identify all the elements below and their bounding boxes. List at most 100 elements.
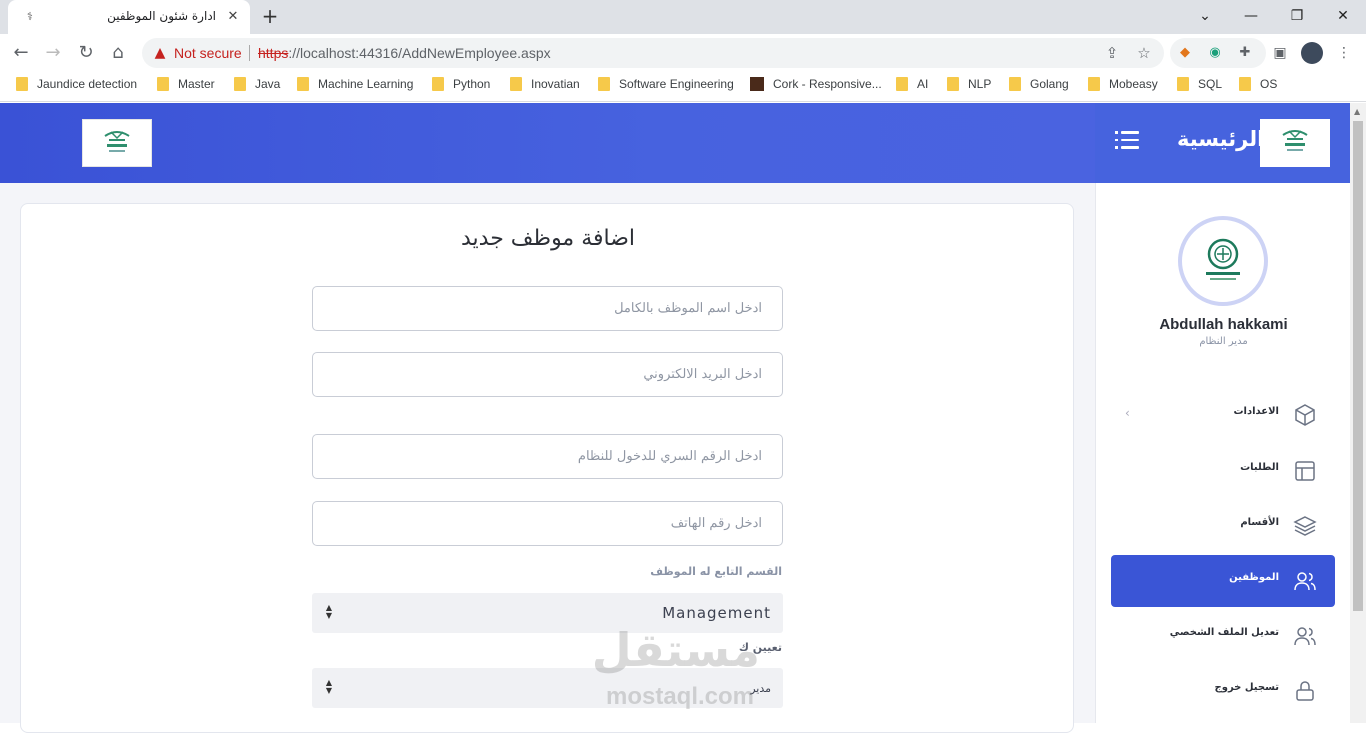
bookmark-ml[interactable]: Machine Learning [297,77,413,97]
chevron-left-icon: ‹ [1125,406,1130,420]
ministry-logo [82,119,152,167]
star-icon[interactable]: ☆ [1134,43,1154,63]
folder-icon [157,77,169,91]
share-icon[interactable]: ⇪ [1102,43,1122,63]
sidebar-item-label: تسجيل خروج [1214,682,1279,693]
puzzle-icon[interactable]: ✚ [1236,44,1254,62]
restore-button[interactable]: ❐ [1282,4,1312,28]
sidebar-item-requests[interactable]: الطلبات [1111,445,1335,497]
more-menu-icon[interactable]: ⋮ [1334,43,1354,63]
folder-icon [16,77,28,91]
minimize-button[interactable]: — [1236,4,1266,28]
full-name-input[interactable] [313,287,782,330]
avatar[interactable] [1301,42,1323,64]
sidebar-header: الرئيسية [1095,103,1350,183]
bookmark-master[interactable]: Master [157,77,215,97]
user-name: Abdullah hakkami [1159,316,1288,333]
password-input[interactable] [313,435,782,478]
watermark-arabic: مستقل [591,623,760,677]
hospital-favicon-icon: ⚕ [27,10,33,23]
sidebar: Abdullah hakkami مدير النظام ‹ الاعدادات… [1095,183,1350,723]
avatar [1178,216,1268,306]
user-role: مدير النظام [1199,336,1248,347]
url-path: ://localhost:44316/AddNewEmployee.aspx [288,45,551,61]
sidebar-item-edit-profile[interactable]: تعديل الملف الشخصي [1111,610,1335,662]
folder-icon [1088,77,1100,91]
sidebar-item-settings[interactable]: ‹ الاعدادات [1111,389,1335,441]
home-title[interactable]: الرئيسية [1177,127,1264,151]
sidebar-item-employees[interactable]: الموظفين [1111,555,1335,607]
bookmark-python[interactable]: Python [432,77,490,97]
folder-icon [896,77,908,91]
bookmark-jaundice[interactable]: Jaundice detection [16,77,137,97]
page-title: اضافة موظف جديد [460,226,636,251]
password-field[interactable] [312,434,783,479]
page-viewport: الرئيسية Abdullah hakkami مدير النظام ‹ … [0,103,1366,733]
browser-tab[interactable]: ⚕ ادارة شئون الموظفين ✕ [8,0,250,34]
chevron-down-icon[interactable]: ⌄ [1190,4,1220,28]
robot-extension-icon[interactable]: ◉ [1206,44,1224,62]
top-header [0,103,1095,183]
scrollbar-thumb[interactable] [1353,121,1363,611]
bookmark-golang[interactable]: Golang [1009,77,1069,97]
cube-icon [1295,404,1315,426]
folder-icon [947,77,959,91]
watermark-latin: mostaql.com [605,683,755,710]
full-name-field[interactable] [312,286,783,331]
email-field[interactable] [312,352,783,397]
address-bar[interactable]: ▲ Not secure https://localhost:44316/Add… [142,38,1164,68]
cork-icon [750,77,764,91]
folder-icon [1177,77,1189,91]
url-text[interactable]: https://localhost:44316/AddNewEmployee.a… [258,45,551,61]
bookmark-inovatian[interactable]: Inovatian [510,77,580,97]
close-icon[interactable]: ✕ [224,8,242,26]
omnibox-divider [249,45,250,61]
sidebar-item-logout[interactable]: تسجيل خروج [1111,665,1335,717]
extensions-group: ◆ ◉ ✚ [1170,38,1266,68]
reload-button[interactable]: ↻ [73,40,99,66]
email-input[interactable] [313,353,782,396]
users-icon [1294,572,1316,591]
select-arrows-icon: ▲ ▼ [325,678,333,695]
close-window-button[interactable]: ✕ [1328,4,1358,28]
metamask-icon[interactable]: ◆ [1176,44,1194,62]
folder-icon [510,77,522,91]
home-button[interactable]: ⌂ [105,40,131,66]
menu-icon[interactable] [1115,131,1139,153]
hospital-logo-icon [1206,238,1240,280]
scroll-up-icon[interactable]: ▲ [1354,107,1360,116]
bookmarks-bar: Jaundice detection Master Java Machine L… [0,72,1366,102]
tab-title: ادارة شئون الموظفين [107,9,216,23]
bookmark-mobeasy[interactable]: Mobeasy [1088,77,1158,97]
bookmark-sql[interactable]: SQL [1177,77,1222,97]
sidebar-item-label: الاعدادات [1233,406,1279,417]
browser-tabstrip: ⚕ ادارة شئون الموظفين ✕ + ⌄ — ❐ ✕ [0,0,1366,34]
folder-icon [1009,77,1021,91]
phone-input[interactable] [313,502,782,545]
new-tab-button[interactable]: + [258,5,282,29]
page-scrollbar[interactable]: ▲ [1350,103,1366,723]
sidebar-item-label: تعديل الملف الشخصي [1169,627,1279,638]
sidebar-item-label: الطلبات [1240,462,1279,473]
department-label: القسم التابع له الموظف [650,565,782,578]
bookmark-ai[interactable]: AI [896,77,928,97]
sidebar-item-label: الموظفين [1229,572,1279,583]
warning-icon: ▲ [154,45,166,61]
ministry-logo [1260,119,1330,167]
bookmark-os[interactable]: OS [1239,77,1277,97]
add-employee-card: اضافة موظف جديد القسم التابع له الموظف ▲… [20,203,1074,733]
layout-icon [1295,461,1315,481]
phone-field[interactable] [312,501,783,546]
bookmark-cork[interactable]: Cork - Responsive... [750,77,882,97]
ministry-logo-icon [1282,130,1308,151]
lock-icon [1296,681,1314,701]
sidebar-toggle-icon[interactable]: ▣ [1270,43,1290,63]
ministry-logo-icon [104,131,130,152]
bookmark-nlp[interactable]: NLP [947,77,991,97]
bookmark-se[interactable]: Software Engineering [598,77,734,97]
back-button[interactable]: ← [8,40,34,66]
forward-button[interactable]: → [40,40,66,66]
bookmark-java[interactable]: Java [234,77,280,97]
not-secure-label: Not secure [174,45,242,61]
sidebar-item-departments[interactable]: الأقسام [1111,500,1335,552]
